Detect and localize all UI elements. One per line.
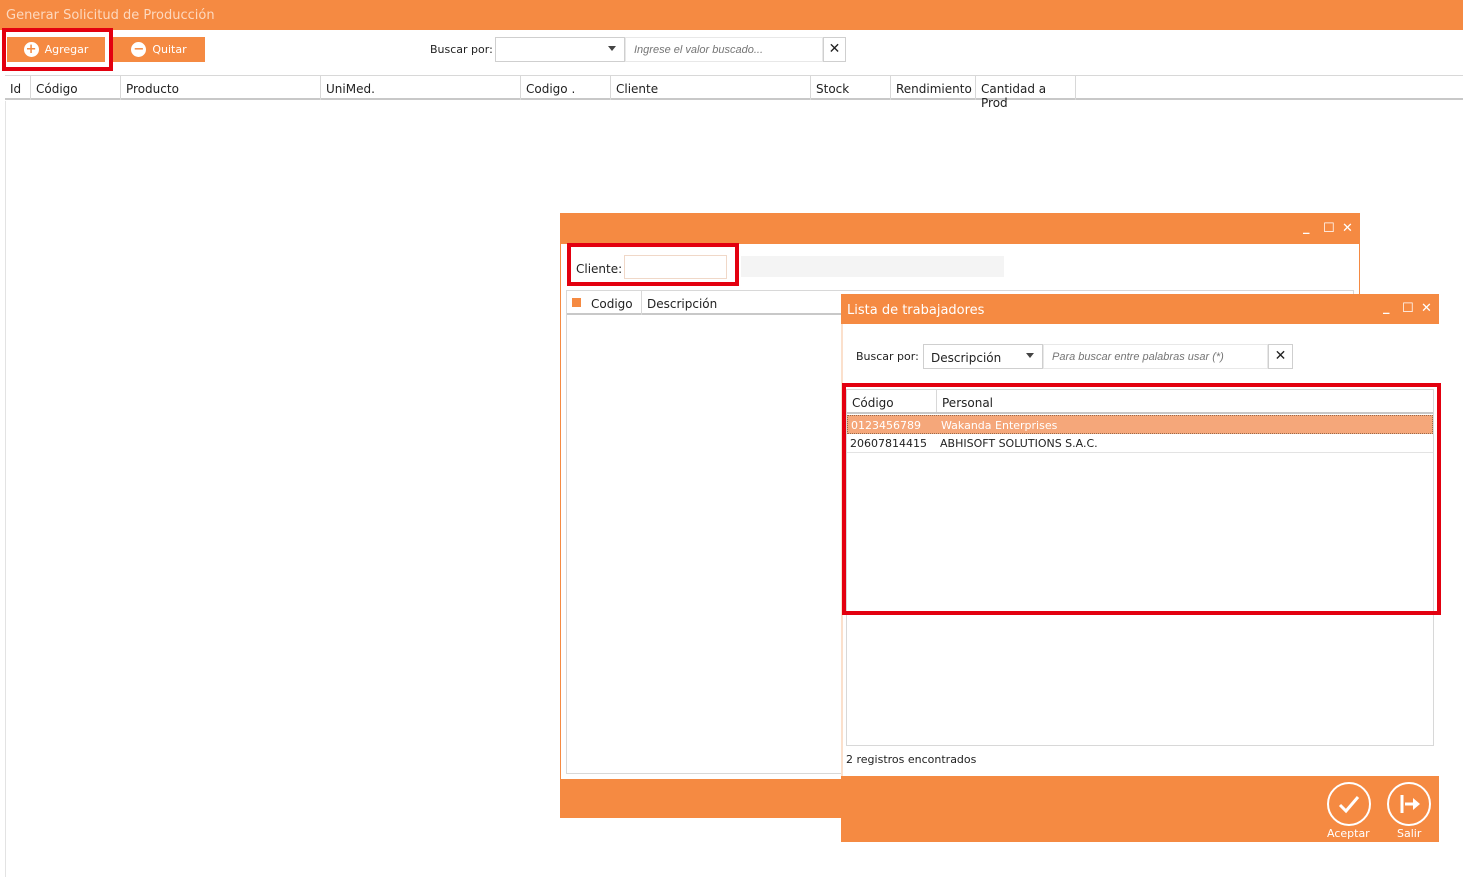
column-codigo-2[interactable]: Codigo . (521, 76, 611, 100)
column-descripcion[interactable]: Descripción (642, 291, 842, 315)
minus-icon: − (131, 42, 147, 57)
column-codigo[interactable]: Codigo (586, 291, 642, 315)
title-bar: Generar Solicitud de Producción (0, 0, 1463, 30)
clear-workers-search-button[interactable]: ✕ (1268, 344, 1293, 369)
workers-window-footer: Aceptar Salir (841, 776, 1439, 842)
close-icon[interactable]: ✕ (1342, 221, 1353, 236)
highlight-workers-list (842, 383, 1441, 615)
workers-window: Lista de trabajadores _ ☐ ✕ Buscar por: … (841, 294, 1441, 842)
cliente-description-field (741, 256, 1004, 277)
minimize-icon[interactable]: _ (1383, 300, 1390, 315)
column-codigo[interactable]: Código (31, 76, 121, 100)
workers-search-input[interactable] (1043, 344, 1268, 369)
grid-header: Id Código Producto UniMed. Codigo . Clie… (5, 75, 1463, 110)
close-icon: ✕ (828, 41, 841, 57)
maximize-icon[interactable]: ☐ (1402, 301, 1414, 316)
column-cantidad[interactable]: Cantidad a Prod (976, 76, 1076, 110)
exit-button[interactable] (1387, 782, 1431, 826)
add-button-label: Agregar (44, 43, 89, 56)
exit-icon (1400, 795, 1420, 813)
search-by-select[interactable] (495, 37, 625, 62)
remove-button[interactable]: − Quitar (113, 37, 205, 62)
column-unimed[interactable]: UniMed. (321, 76, 521, 100)
minimize-icon[interactable]: _ (1303, 220, 1310, 235)
search-by-value: Descripción (931, 351, 1002, 365)
chevron-down-icon (1026, 353, 1034, 358)
cliente-label: Cliente: (576, 262, 623, 276)
maximize-icon[interactable]: ☐ (1323, 221, 1335, 236)
client-window-title-bar: _ ☐ ✕ (561, 214, 1359, 244)
search-input[interactable] (625, 37, 823, 62)
column-producto[interactable]: Producto (121, 76, 321, 100)
workers-window-title: Lista de trabajadores (847, 303, 985, 318)
exit-label: Salir (1397, 827, 1422, 840)
search-by-select[interactable]: Descripción (923, 344, 1043, 369)
column-stock[interactable]: Stock (811, 76, 891, 100)
remove-button-label: Quitar (152, 43, 187, 56)
window-title: Generar Solicitud de Producción (6, 8, 215, 23)
accept-button[interactable] (1327, 782, 1371, 826)
close-icon[interactable]: ✕ (1421, 301, 1432, 316)
column-rendimiento[interactable]: Rendimiento (891, 76, 976, 100)
column-cliente[interactable]: Cliente (611, 76, 811, 100)
plus-icon: + (23, 42, 39, 57)
search-by-label: Buscar por: (856, 350, 919, 363)
select-all-checkbox[interactable] (572, 298, 581, 307)
accept-label: Aceptar (1327, 827, 1370, 840)
chevron-down-icon (608, 46, 616, 51)
cliente-input[interactable] (624, 255, 727, 279)
records-count: 2 registros encontrados (846, 753, 977, 766)
check-icon (1338, 796, 1360, 814)
clear-search-button[interactable]: ✕ (823, 37, 846, 62)
search-by-label: Buscar por: (430, 43, 493, 56)
column-id[interactable]: Id (5, 76, 31, 100)
add-button[interactable]: + Agregar (7, 37, 105, 62)
workers-window-title-bar: Lista de trabajadores _ ☐ ✕ (841, 294, 1439, 324)
close-icon: ✕ (1274, 348, 1287, 364)
